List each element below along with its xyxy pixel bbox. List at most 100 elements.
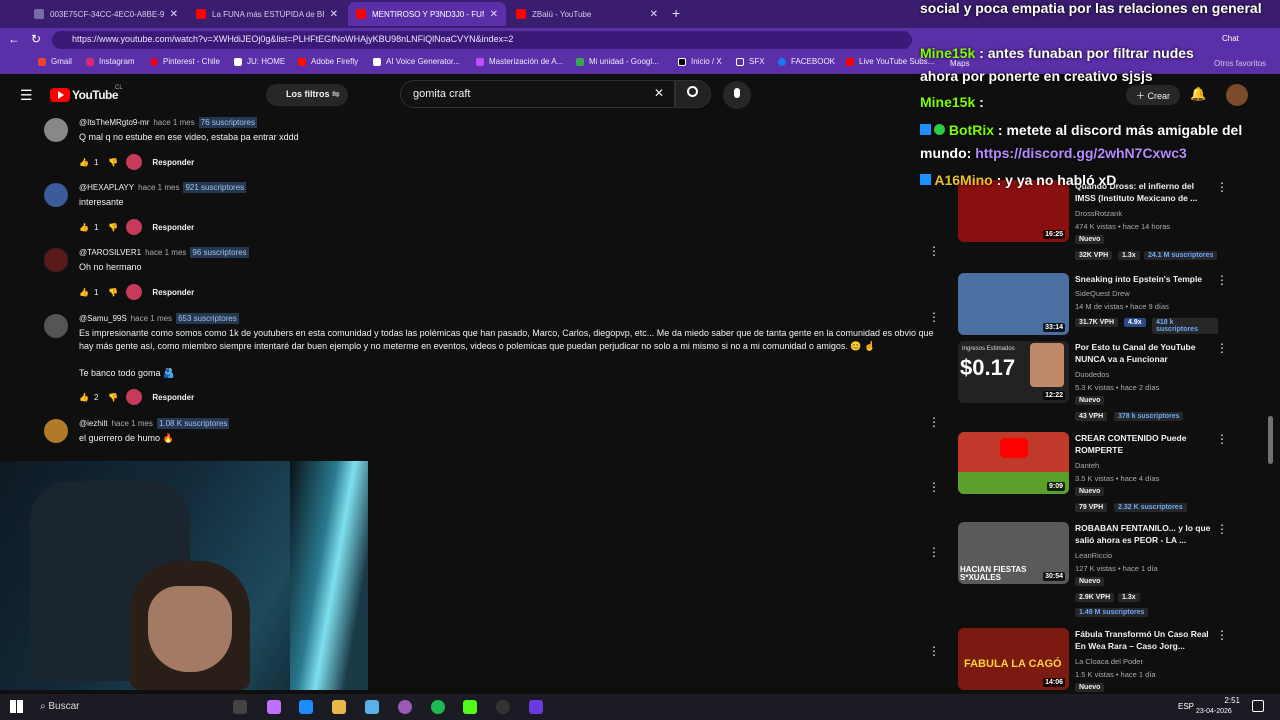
taskbar-search[interactable]: ⌕ Buscar (40, 701, 80, 712)
bookmark-item[interactable]: Inicio / X (678, 57, 722, 66)
video-thumbnail[interactable]: 9:09 (958, 432, 1069, 494)
bookmark-item[interactable]: JU: HOME (234, 57, 285, 66)
tab-close-icon[interactable]: ✕ (650, 9, 658, 20)
bookmark-item[interactable]: AI Voice Generator... (373, 57, 460, 66)
video-title[interactable]: CREAR CONTENIDO Puede ROMPERTE (1075, 432, 1213, 456)
more-options-icon[interactable]: ⋮ (928, 244, 940, 258)
comment-time[interactable]: hace 1 mes (138, 183, 179, 192)
video-title[interactable]: Sneaking into Epstein's Temple (1075, 273, 1213, 285)
like-icon[interactable]: 👍 (79, 288, 89, 297)
copilot-icon[interactable] (267, 700, 281, 714)
url-field[interactable]: https://www.youtube.com/watch?v=XWHdiJEO… (52, 31, 912, 49)
avatar[interactable] (44, 314, 68, 338)
kick-icon[interactable] (463, 700, 477, 714)
bookmark-item[interactable]: FACEBOOK (778, 57, 835, 66)
reload-icon[interactable]: ↻ (31, 32, 41, 46)
like-icon[interactable]: 👍 (79, 223, 89, 232)
like-icon[interactable]: 👍 (79, 393, 89, 402)
more-options-icon[interactable]: ⋮ (1216, 628, 1228, 642)
voice-search-button[interactable] (723, 81, 751, 109)
bookmark-item[interactable]: Pinterest - Chile (150, 57, 220, 66)
avatar[interactable] (44, 248, 68, 272)
browser-tab-active[interactable]: MENTIROSO Y P3ND3J0 - FUNA A... ✕ (348, 2, 506, 26)
browser-tab[interactable]: La FUNA más ESTÚPIDA de BEDR... ✕ (188, 2, 346, 26)
more-options-icon[interactable]: ⋮ (1216, 432, 1228, 446)
more-options-icon[interactable]: ⋮ (928, 415, 940, 429)
browser-tab[interactable]: ZBalú - YouTube ✕ (508, 2, 666, 26)
clear-search-icon[interactable]: ✕ (654, 86, 664, 100)
bookmark-item[interactable]: Gmail (38, 57, 72, 66)
more-options-icon[interactable]: ⋮ (1216, 273, 1228, 287)
spotify-icon[interactable] (431, 700, 445, 714)
more-options-icon[interactable]: ⋮ (928, 480, 940, 494)
search-input[interactable]: gomita craft (400, 80, 675, 108)
video-channel[interactable]: Duodedos (1075, 370, 1109, 379)
video-title[interactable]: ROBABAN FENTANILO... y lo que salió ahor… (1075, 522, 1213, 546)
comment-time[interactable]: hace 1 mes (131, 314, 172, 323)
reply-button[interactable]: Responder (152, 223, 194, 232)
search-button[interactable] (675, 80, 711, 108)
browser-tab[interactable]: 003E75CF-34CC-4EC0-A8BE-9D03... ✕ (26, 2, 186, 26)
reply-button[interactable]: Responder (152, 288, 194, 297)
avatar[interactable] (44, 419, 68, 443)
comment-author[interactable]: @TAROSILVER1 (79, 248, 141, 257)
comment-time[interactable]: hace 1 mes (153, 118, 194, 127)
comment-time[interactable]: hace 1 mes (145, 248, 186, 257)
comment-author[interactable]: @Samu_99S (79, 314, 127, 323)
more-options-icon[interactable]: ⋮ (928, 310, 940, 324)
bookmark-item[interactable]: Mi unidad - Googl... (576, 57, 659, 66)
obs-icon[interactable] (496, 700, 510, 714)
comment-author[interactable]: @ItsTheMRgto9-mr (79, 118, 149, 127)
video-channel[interactable]: LeanRiccio (1075, 551, 1112, 560)
video-channel[interactable]: SideQuest Drew (1075, 289, 1130, 298)
filters-button[interactable]: Los filtros ⇋ (266, 84, 348, 106)
page-scrollbar[interactable] (1268, 416, 1273, 464)
video-thumbnail[interactable]: FABULA LA CAGÓ 14:06 (958, 628, 1069, 690)
new-tab-icon[interactable]: + (672, 5, 680, 21)
comment-author[interactable]: @HEXAPLAYY (79, 183, 134, 192)
avatar[interactable] (44, 118, 68, 142)
clock-time[interactable]: 2:51 (1204, 696, 1240, 705)
bookmark-item[interactable]: SFX (736, 57, 765, 66)
video-thumbnail[interactable]: 33:14 (958, 273, 1069, 335)
browser-app-icon[interactable] (398, 700, 412, 714)
tab-close-icon[interactable]: ✕ (330, 9, 338, 20)
more-options-icon[interactable]: ⋮ (928, 545, 940, 559)
file-explorer-icon[interactable] (332, 700, 346, 714)
video-channel[interactable]: La Cloaca del Poder (1075, 657, 1143, 666)
bookmark-item[interactable]: Instagram (86, 57, 135, 66)
video-channel[interactable]: Danteh (1075, 461, 1099, 470)
video-title[interactable]: Fábula Transformó Un Caso Real En Wea Ra… (1075, 628, 1213, 652)
tab-close-icon[interactable]: ✕ (490, 9, 498, 20)
dislike-icon[interactable]: 👎 (108, 288, 118, 297)
video-thumbnail[interactable]: HACIAN FIESTAS S*XUALES 30:54 (958, 522, 1069, 584)
app-icon[interactable] (529, 700, 543, 714)
video-thumbnail[interactable]: Ingresos Estimados $0.17 12:22 (958, 341, 1069, 403)
youtube-logo-icon[interactable] (50, 88, 70, 102)
reply-button[interactable]: Responder (152, 158, 194, 167)
dislike-icon[interactable]: 👎 (108, 223, 118, 232)
dislike-icon[interactable]: 👎 (108, 158, 118, 167)
video-channel[interactable]: DrossRotzank (1075, 209, 1122, 218)
bookmark-item[interactable]: Adobe Firefly (298, 57, 358, 66)
more-options-icon[interactable]: ⋮ (928, 644, 940, 658)
video-title[interactable]: Por Esto tu Canal de YouTube NUNCA va a … (1075, 341, 1213, 365)
chat-link[interactable]: https://discord.gg/2whN7Cxwc3 (975, 145, 1187, 161)
windows-start-icon[interactable] (10, 700, 23, 713)
more-options-icon[interactable]: ⋮ (1216, 341, 1228, 355)
store-icon[interactable] (365, 700, 379, 714)
bookmark-item[interactable]: Masterización de A... (476, 57, 563, 66)
comment-time[interactable]: hace 1 mes (112, 419, 153, 428)
clock-date[interactable]: 23-04-2026 (1196, 708, 1232, 715)
back-icon[interactable]: ← (8, 32, 20, 46)
avatar[interactable] (44, 183, 68, 207)
tab-close-icon[interactable]: ✕ (170, 9, 178, 20)
menu-icon[interactable]: ☰ (20, 87, 33, 104)
task-view-icon[interactable] (233, 700, 247, 714)
notification-center-icon[interactable] (1252, 700, 1264, 712)
like-icon[interactable]: 👍 (79, 158, 89, 167)
reply-button[interactable]: Responder (152, 393, 194, 402)
more-options-icon[interactable]: ⋮ (1216, 522, 1228, 536)
comment-author[interactable]: @iezhilt (79, 419, 108, 428)
language-indicator[interactable]: ESP (1178, 702, 1194, 711)
